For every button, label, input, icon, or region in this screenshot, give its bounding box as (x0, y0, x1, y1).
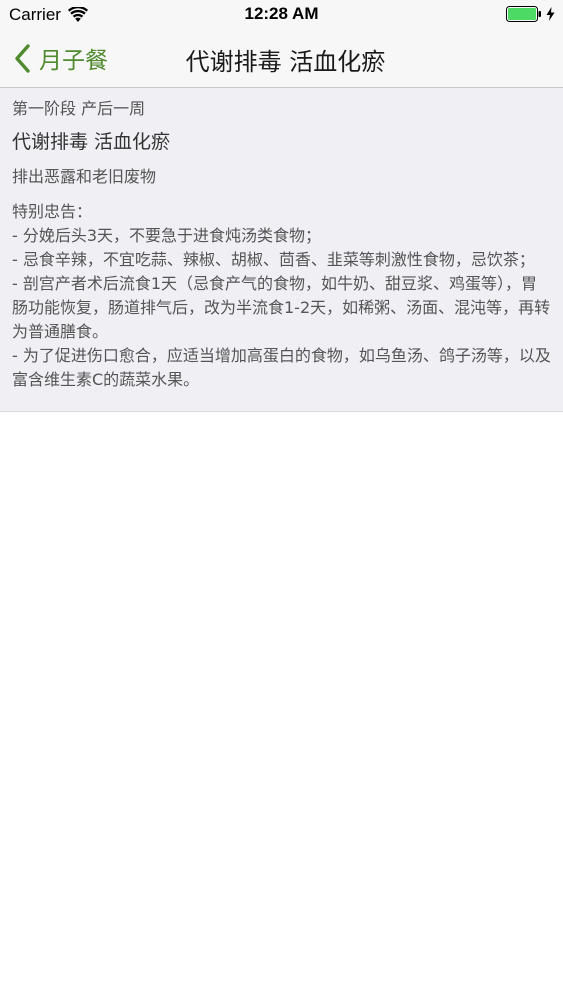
navigation-bar: 月子餐 代谢排毒 活血化瘀 (0, 30, 563, 88)
advice-item: - 为了促进伤口愈合，应适当增加高蛋白的食物，如乌鱼汤、鸽子汤等，以及富含维生素… (12, 346, 551, 389)
advice-heading: 特别忠告： (12, 202, 93, 221)
advice-item: - 忌食辛辣，不宜吃蒜、辣椒、胡椒、茴香、韭菜等刺激性食物，忌饮茶； (12, 250, 535, 269)
status-right (506, 6, 555, 22)
charging-bolt-icon (546, 7, 555, 21)
section-subtitle: 排出恶露和老旧废物 (12, 167, 157, 186)
page-title: 代谢排毒 活血化瘀 (185, 48, 386, 76)
advice-block: 特别忠告： - 分娩后头3天，不要急于进食炖汤类食物； - 忌食辛辣，不宜吃蒜、… (12, 200, 552, 392)
advice-item: - 剖宫产者术后流食1天（忌食产气的食物，如牛奶、甜豆浆、鸡蛋等），胃肠功能恢复… (12, 274, 551, 341)
status-time: 12:28 AM (244, 4, 319, 23)
stage-detail-card: 第一阶段 产后一周 代谢排毒 活血化瘀 排出恶露和老旧废物 特别忠告： - 分娩… (0, 88, 563, 412)
section-title: 代谢排毒 活血化瘀 (12, 131, 171, 153)
advice-item: - 分娩后头3天，不要急于进食炖汤类食物； (12, 226, 322, 245)
stage-label: 第一阶段 产后一周 (12, 99, 146, 118)
status-bar: Carrier 12:28 AM (0, 0, 563, 30)
battery-full-icon (506, 6, 541, 22)
